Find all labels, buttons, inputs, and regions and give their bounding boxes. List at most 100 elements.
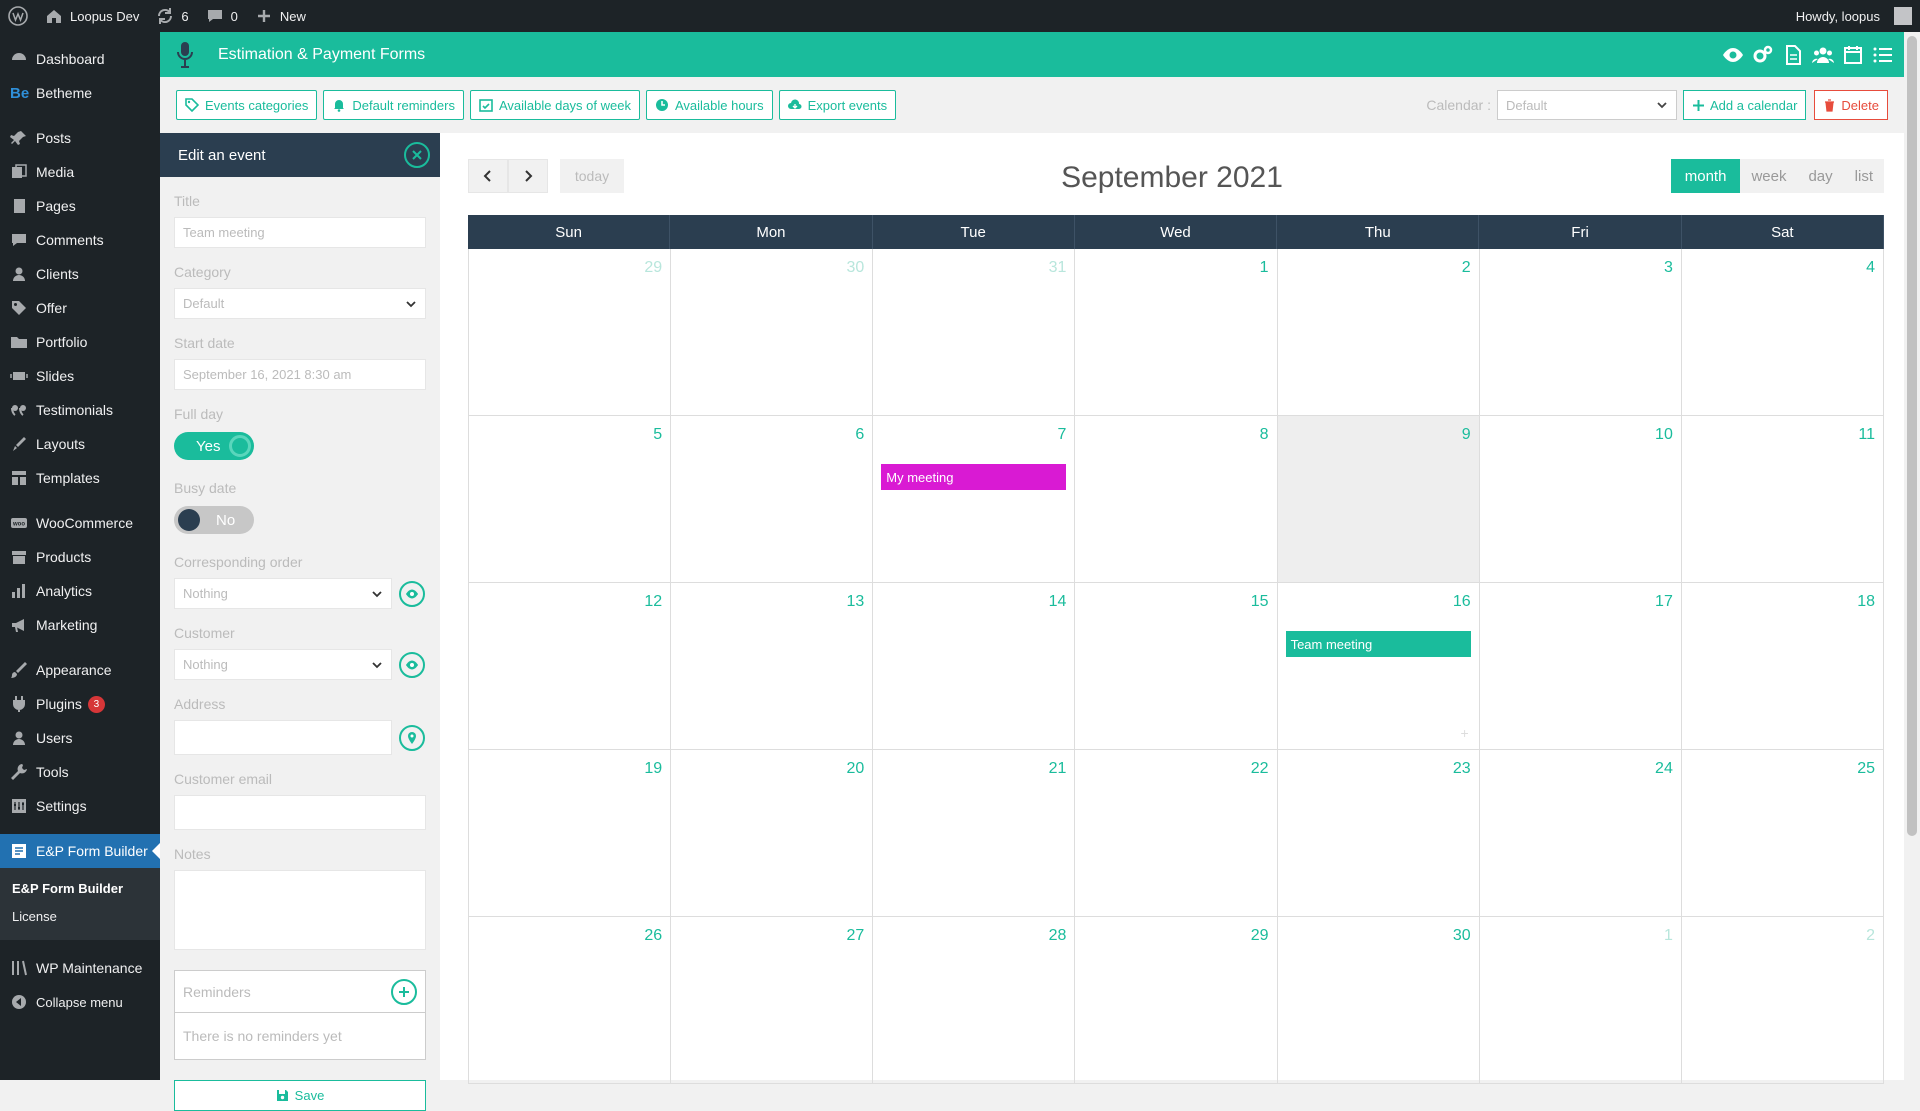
day-cell[interactable]: 26 (468, 917, 672, 1084)
site-name-link[interactable]: Loopus Dev (36, 0, 147, 32)
sidebar-item-e-p-form-builder[interactable]: E&P Form Builder (0, 834, 160, 868)
day-cell[interactable]: 31 (873, 249, 1076, 416)
sidebar-item-betheme[interactable]: Be Betheme (0, 76, 160, 110)
eye-icon[interactable] (1722, 44, 1744, 66)
sidebar-item-marketing[interactable]: Marketing (0, 608, 160, 642)
sidebar-item-pages[interactable]: Pages (0, 189, 160, 223)
day-cell[interactable]: 11 (1681, 416, 1884, 583)
sidebar-item-collapse-menu[interactable]: Collapse menu (0, 985, 160, 1019)
view-customer-button[interactable] (399, 651, 425, 678)
wp-logo-button[interactable] (0, 0, 36, 32)
add-event-icon[interactable]: + (1461, 725, 1469, 741)
sidebar-item-settings[interactable]: Settings (0, 789, 160, 823)
sidebar-item-users[interactable]: Users (0, 721, 160, 755)
calendar-event[interactable]: Team meeting (1285, 631, 1471, 657)
day-cell[interactable]: 30 (1277, 917, 1480, 1084)
day-cell[interactable]: 19 (468, 750, 672, 917)
day-cell[interactable]: 9 (1277, 416, 1480, 583)
sidebar-item-appearance[interactable]: Appearance (0, 653, 160, 687)
day-cell[interactable]: 12 (468, 583, 672, 750)
map-marker-button[interactable] (399, 724, 425, 751)
day-cell[interactable]: 2 (1277, 249, 1480, 416)
start-date-input[interactable]: September 16, 2021 8:30 am (174, 359, 426, 390)
customer-select[interactable]: Nothing (174, 649, 392, 680)
busy-date-toggle[interactable]: No (174, 506, 254, 534)
page-scrollbar[interactable] (1904, 32, 1920, 1080)
day-cell[interactable]: 27 (671, 917, 874, 1084)
view-month-button[interactable]: month (1670, 159, 1741, 193)
title-input[interactable]: Team meeting (174, 217, 426, 248)
events-categories-button[interactable]: Events categories (176, 90, 318, 120)
customer-email-input[interactable] (174, 795, 426, 830)
sidebar-item-templates[interactable]: Templates (0, 461, 160, 495)
sidebar-item-offer[interactable]: Offer (0, 291, 160, 325)
full-day-toggle[interactable]: Yes (174, 432, 254, 460)
sidebar-item-posts[interactable]: Posts (0, 121, 160, 155)
scrollbar-thumb[interactable] (1907, 36, 1917, 836)
corresponding-order-select[interactable]: Nothing (174, 578, 392, 609)
calendar-icon[interactable] (1842, 44, 1864, 66)
available-hours-button[interactable]: Available hours (645, 90, 773, 120)
day-cell[interactable]: 7 My meeting (873, 416, 1076, 583)
sidebar-item-comments[interactable]: Comments (0, 223, 160, 257)
day-cell[interactable]: 1 (1075, 249, 1278, 416)
view-week-button[interactable]: week (1740, 159, 1798, 193)
day-cell[interactable]: 20 (671, 750, 874, 917)
close-panel-button[interactable] (404, 142, 430, 168)
address-input[interactable] (174, 720, 392, 755)
day-cell[interactable]: 3 (1479, 249, 1682, 416)
day-cell[interactable]: 1 (1479, 917, 1682, 1084)
sidebar-item-tools[interactable]: Tools (0, 755, 160, 789)
comments-link[interactable]: 0 (197, 0, 246, 32)
view-order-button[interactable] (399, 580, 425, 607)
sidebar-item-analytics[interactable]: Analytics (0, 574, 160, 608)
document-icon[interactable] (1782, 44, 1804, 66)
calendar-event[interactable]: My meeting (881, 464, 1067, 490)
day-cell[interactable]: 8 (1075, 416, 1278, 583)
day-cell[interactable]: 10 (1479, 416, 1682, 583)
updates-link[interactable]: 6 (147, 0, 196, 32)
day-cell[interactable]: 23 (1277, 750, 1480, 917)
sidebar-item-wp-maintenance[interactable]: WP Maintenance (0, 951, 160, 985)
calendar-select[interactable]: Default (1496, 90, 1677, 120)
day-cell[interactable]: 15 (1075, 583, 1278, 750)
day-cell[interactable]: 4 (1681, 249, 1884, 416)
users-group-icon[interactable] (1812, 44, 1834, 66)
sidebar-item-dashboard[interactable]: Dashboard (0, 42, 160, 76)
day-cell[interactable]: 25 (1681, 750, 1884, 917)
day-cell[interactable]: 14 (873, 583, 1076, 750)
save-event-button[interactable]: Save (174, 1080, 426, 1111)
day-cell[interactable]: 24 (1479, 750, 1682, 917)
today-button[interactable]: today (560, 159, 624, 193)
view-day-button[interactable]: day (1797, 159, 1844, 193)
submenu-item-license[interactable]: License (0, 903, 160, 931)
export-events-button[interactable]: Export events (778, 90, 897, 120)
day-cell[interactable]: 21 (873, 750, 1076, 917)
day-cell[interactable]: 29 (468, 249, 672, 416)
view-list-button[interactable]: list (1843, 159, 1884, 193)
delete-calendar-button[interactable]: Delete (1814, 90, 1888, 120)
day-cell[interactable]: 22 (1075, 750, 1278, 917)
day-cell[interactable]: 28 (873, 917, 1076, 1084)
list-icon[interactable] (1872, 44, 1894, 66)
sidebar-item-testimonials[interactable]: Testimonials (0, 393, 160, 427)
prev-month-button[interactable] (468, 159, 508, 193)
cogs-icon[interactable] (1752, 44, 1774, 66)
day-cell[interactable]: 16 Team meeting + (1277, 583, 1480, 750)
sidebar-item-slides[interactable]: Slides (0, 359, 160, 393)
my-account-link[interactable]: Howdy, loopus (1788, 0, 1920, 32)
add-reminder-button[interactable] (391, 978, 417, 1005)
new-content-link[interactable]: New (246, 0, 314, 32)
sidebar-item-media[interactable]: Media (0, 155, 160, 189)
day-cell[interactable]: 5 (468, 416, 672, 583)
sidebar-item-woocommerce[interactable]: woo WooCommerce (0, 506, 160, 540)
day-cell[interactable]: 18 (1681, 583, 1884, 750)
submenu-item-e-p-form-builder[interactable]: E&P Form Builder (0, 875, 160, 903)
day-cell[interactable]: 29 (1075, 917, 1278, 1084)
sidebar-item-products[interactable]: Products (0, 540, 160, 574)
sidebar-item-clients[interactable]: Clients (0, 257, 160, 291)
day-cell[interactable]: 13 (671, 583, 874, 750)
sidebar-item-layouts[interactable]: Layouts (0, 427, 160, 461)
default-reminders-button[interactable]: Default reminders (323, 90, 464, 120)
day-cell[interactable]: 6 (671, 416, 874, 583)
